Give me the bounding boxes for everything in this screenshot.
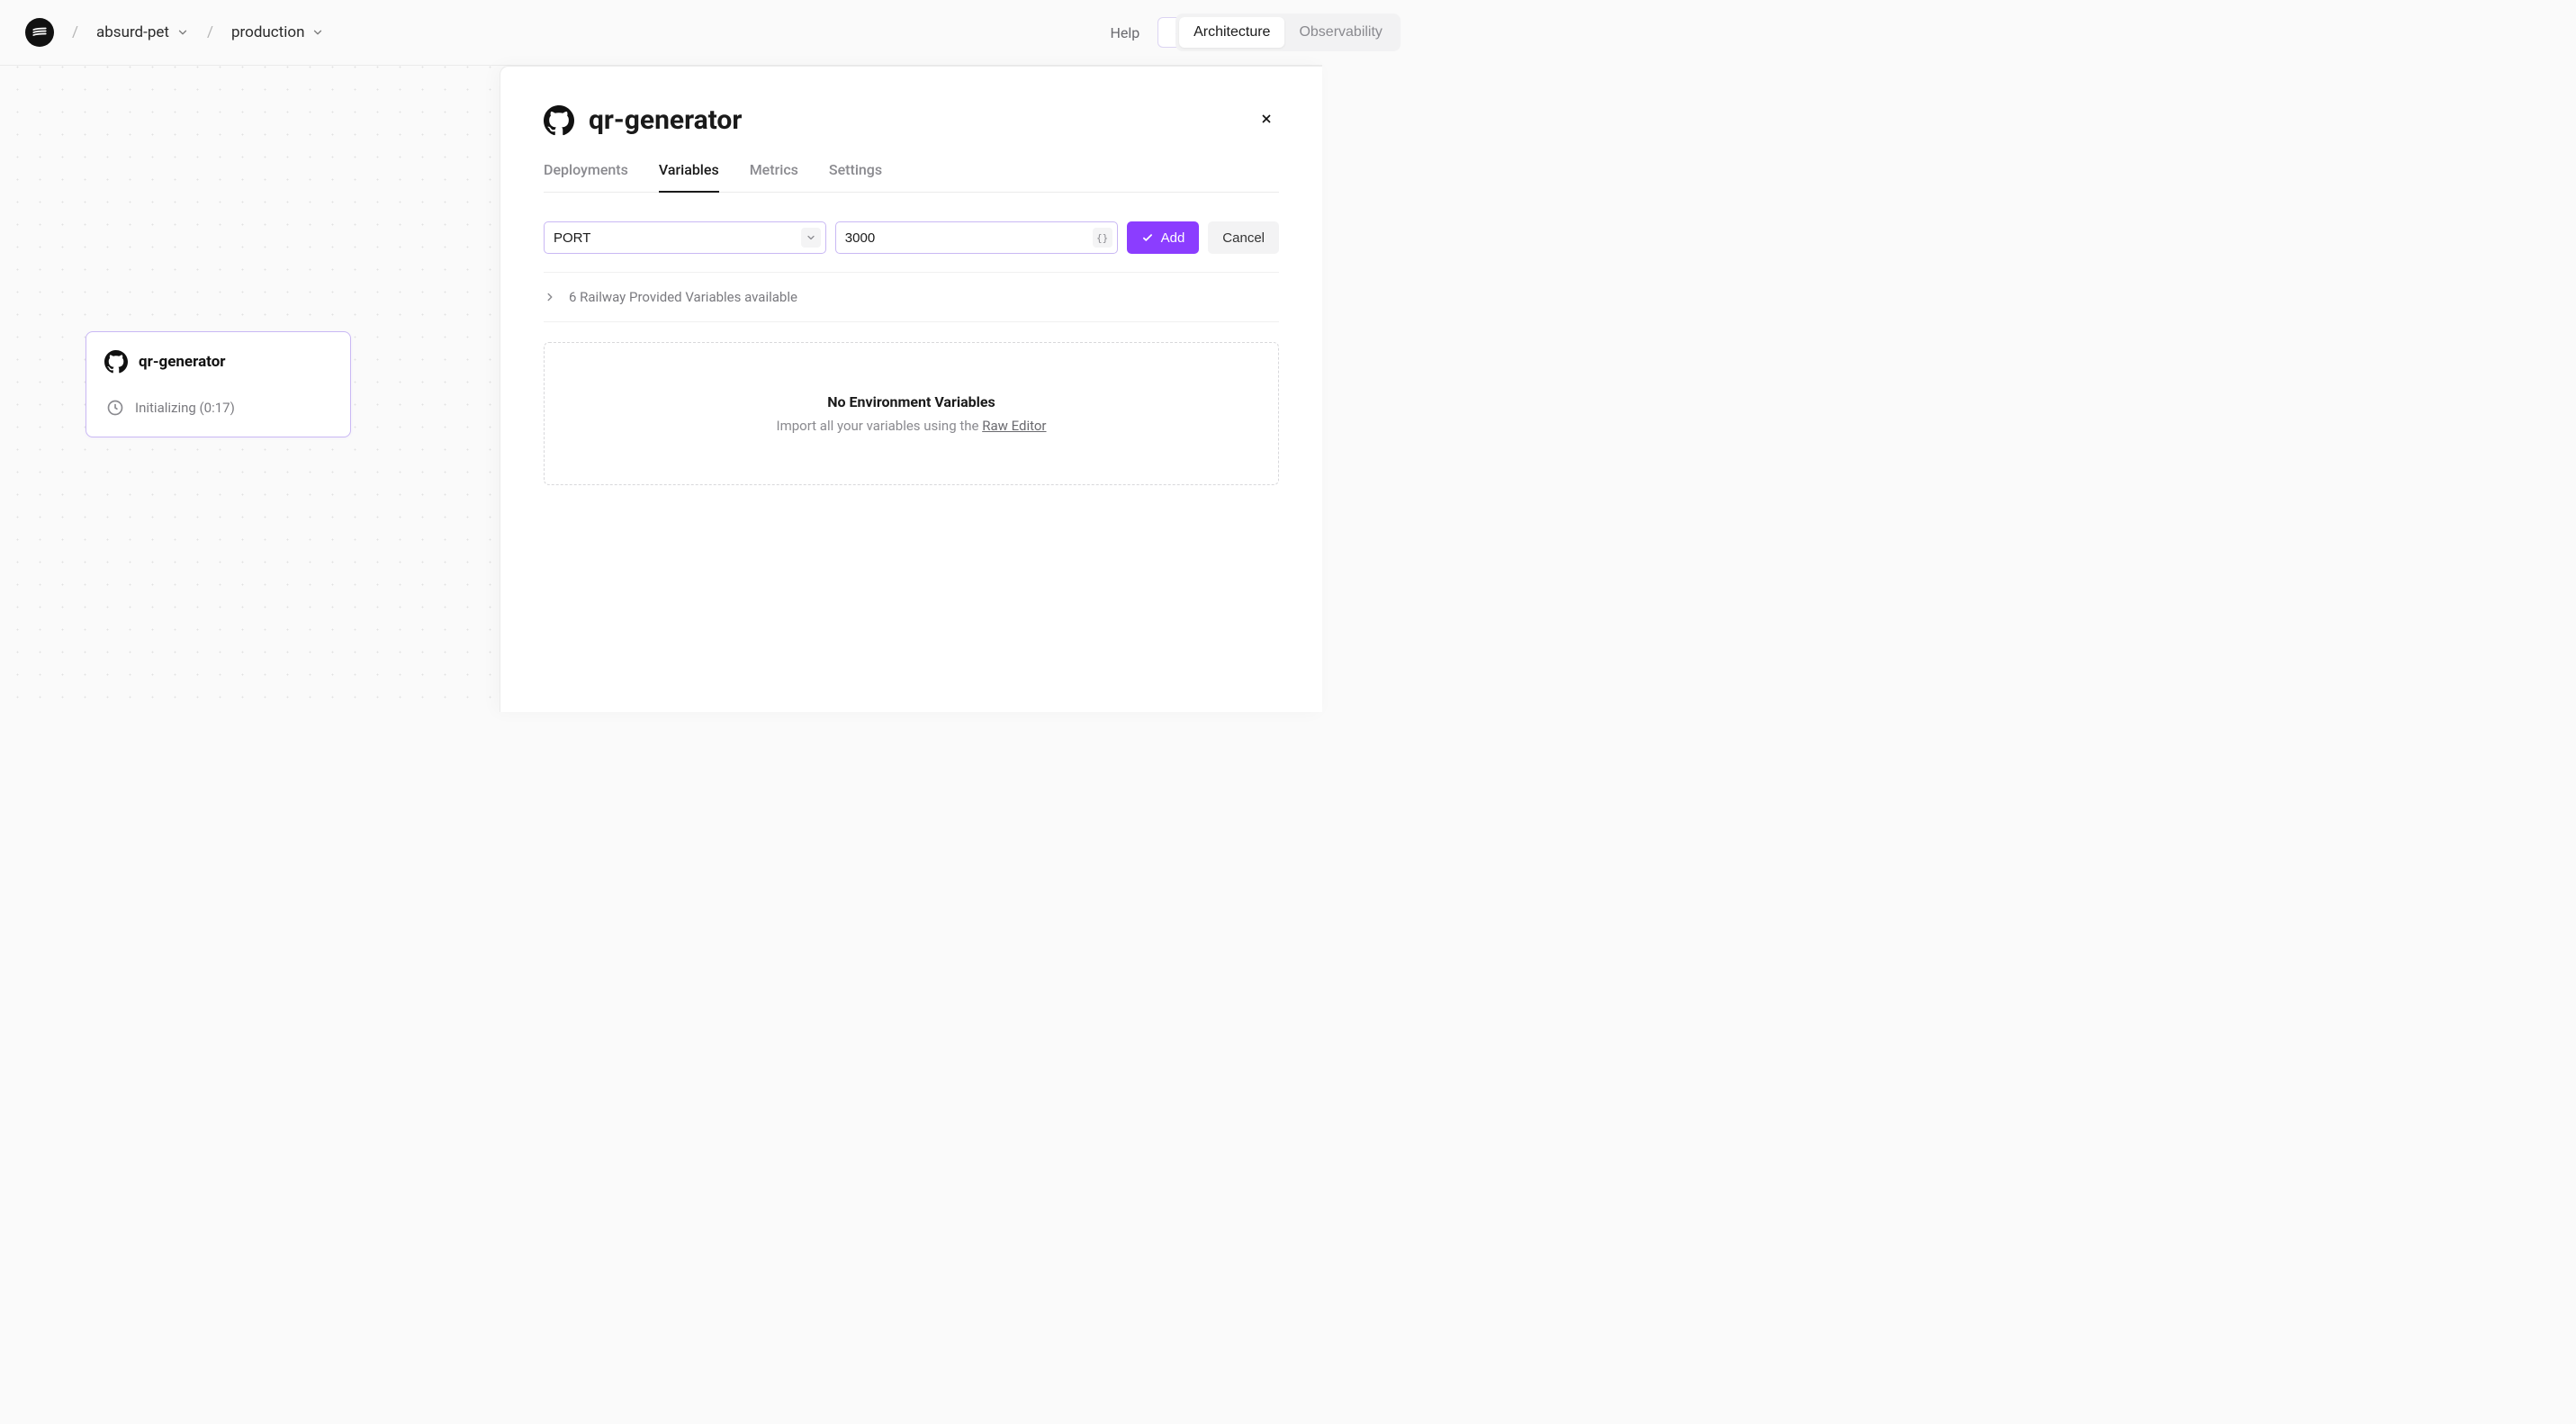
service-panel: qr-generator Deployments Variables Metri… xyxy=(500,66,1322,712)
tab-architecture[interactable]: Architecture xyxy=(1179,17,1284,48)
tab-metrics[interactable]: Metrics xyxy=(750,161,798,193)
chevron-down-icon xyxy=(176,26,189,39)
app-logo[interactable] xyxy=(25,18,54,47)
breadcrumb-environment-label: production xyxy=(231,23,304,41)
chevron-down-icon xyxy=(311,26,324,39)
tab-observability[interactable]: Observability xyxy=(1284,17,1396,48)
provided-variables-row[interactable]: 6 Railway Provided Variables available xyxy=(544,272,1279,322)
github-icon xyxy=(104,350,128,374)
provided-variables-label: 6 Railway Provided Variables available xyxy=(569,289,797,305)
variable-form: {} Add Cancel xyxy=(544,193,1279,272)
chevron-down-icon[interactable] xyxy=(801,228,821,248)
github-icon xyxy=(544,105,574,136)
project-canvas[interactable]: qr-generator Initializing (0:17) qr-gene… xyxy=(0,66,1322,712)
service-card-status: Initializing (0:17) xyxy=(104,399,332,417)
tab-settings[interactable]: Settings xyxy=(829,161,882,193)
help-link[interactable]: Help xyxy=(1111,24,1140,41)
add-button[interactable]: Add xyxy=(1127,221,1200,254)
empty-subtitle: Import all your variables using the Raw … xyxy=(563,418,1260,434)
clock-icon xyxy=(106,399,124,417)
chevron-right-icon xyxy=(544,291,556,303)
panel-tabs: Deployments Variables Metrics Settings xyxy=(544,161,1279,193)
add-button-label: Add xyxy=(1161,230,1185,246)
close-icon xyxy=(1259,112,1274,126)
raw-editor-link[interactable]: Raw Editor xyxy=(982,418,1046,434)
service-card[interactable]: qr-generator Initializing (0:17) xyxy=(86,331,351,437)
braces-icon[interactable]: {} xyxy=(1093,228,1112,248)
railway-logo-icon xyxy=(32,24,48,41)
topbar: / absurd-pet / production Architecture O… xyxy=(0,0,1322,66)
status-text: Initializing (0:17) xyxy=(135,400,235,416)
breadcrumb: / absurd-pet / production xyxy=(25,18,324,47)
check-icon xyxy=(1141,231,1154,244)
view-switcher: Architecture Observability xyxy=(1175,14,1401,51)
panel-title: qr-generator xyxy=(589,104,1254,136)
panel-header: qr-generator xyxy=(544,104,1279,136)
breadcrumb-environment[interactable]: production xyxy=(231,23,324,41)
variable-value-input[interactable] xyxy=(835,221,1118,254)
variable-key-input[interactable] xyxy=(544,221,826,254)
breadcrumb-separator: / xyxy=(68,23,82,41)
service-card-title: qr-generator xyxy=(139,353,226,371)
breadcrumb-separator: / xyxy=(203,23,217,41)
empty-title: No Environment Variables xyxy=(563,393,1260,410)
breadcrumb-project[interactable]: absurd-pet xyxy=(96,23,189,41)
close-button[interactable] xyxy=(1254,106,1279,134)
empty-state: No Environment Variables Import all your… xyxy=(544,342,1279,485)
breadcrumb-project-label: absurd-pet xyxy=(96,23,169,41)
tab-deployments[interactable]: Deployments xyxy=(544,161,628,193)
cancel-button[interactable]: Cancel xyxy=(1208,221,1279,254)
service-card-header: qr-generator xyxy=(104,350,332,374)
empty-sub-prefix: Import all your variables using the xyxy=(777,418,983,434)
tab-variables[interactable]: Variables xyxy=(659,161,719,193)
